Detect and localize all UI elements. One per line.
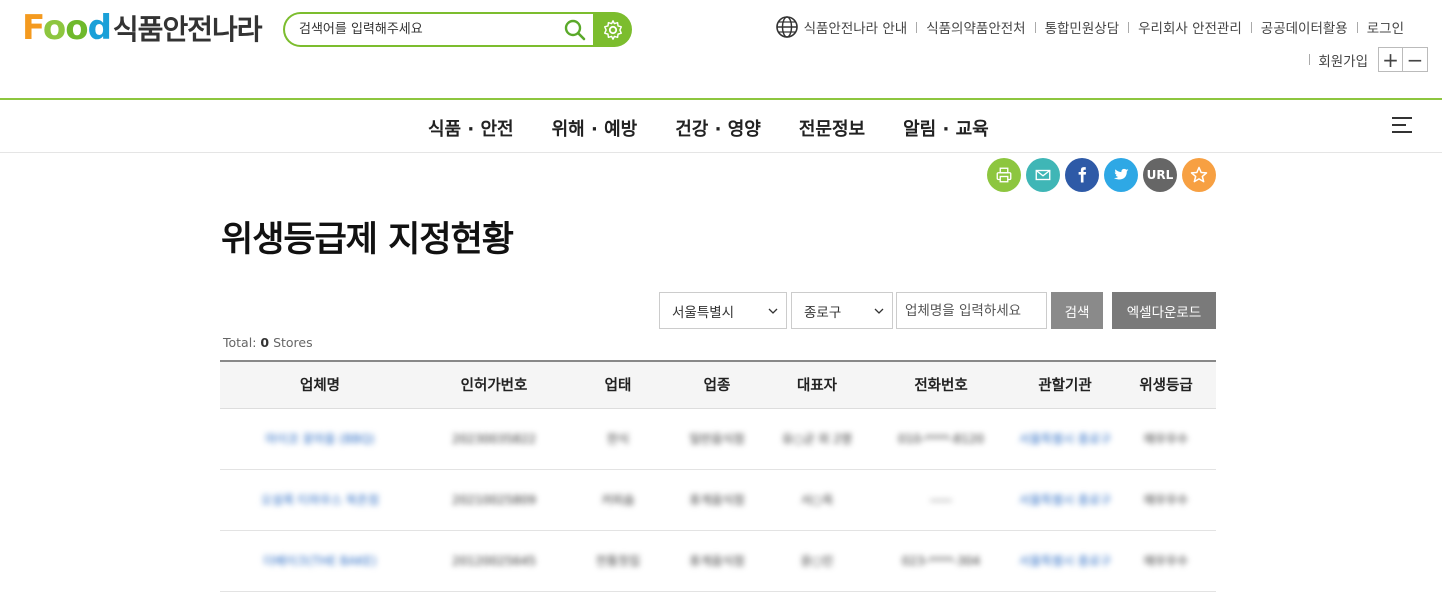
page-title: 위생등급제 지정현황: [221, 220, 514, 260]
agency-link[interactable]: 서울특별시 종로구: [1014, 469, 1116, 530]
owner-cell: 서○옥: [800, 492, 834, 507]
print-button[interactable]: [987, 158, 1021, 192]
globe-icon: [775, 16, 798, 38]
search-settings-button[interactable]: [593, 12, 632, 47]
agency-link[interactable]: 서울특별시 종로구: [1014, 530, 1116, 591]
search-input[interactable]: [299, 22, 539, 37]
excel-download-button[interactable]: 엑셀다운로드: [1112, 292, 1216, 329]
site-logo[interactable]: Food 식품안전나라: [22, 8, 263, 48]
total-number: 0: [260, 335, 270, 350]
util-link-civil-service[interactable]: 통합민원상담: [1045, 17, 1120, 37]
table-header-row: 업체명 인허가번호 업태 업종 대표자 전화번호 관할기관 위생등급: [220, 361, 1216, 408]
business-type-cell: 커피숍: [601, 492, 635, 507]
facebook-icon: [1078, 167, 1087, 183]
col-header-business-type: 업태: [604, 378, 632, 395]
table-row: 더베이크(THE BAKE) 20120025645 전통찻집 휴게음식점 윤○…: [220, 530, 1216, 591]
login-link[interactable]: 로그인: [1367, 17, 1404, 37]
search-bar: [283, 12, 632, 47]
facebook-share-button[interactable]: [1065, 158, 1099, 192]
nav-item-notice-education[interactable]: 알림 · 교육: [903, 115, 989, 141]
hygiene-grade-table: 업체명 인허가번호 업태 업종 대표자 전화번호 관할기관 위생등급 마이코 꽃…: [220, 360, 1216, 592]
menu-icon[interactable]: [1392, 117, 1412, 135]
col-header-owner: 대표자: [796, 378, 838, 395]
zoom-out-button[interactable]: −: [1403, 47, 1428, 72]
util-link-company-safety[interactable]: 우리회사 안전관리: [1138, 17, 1242, 37]
star-icon: [1190, 166, 1208, 183]
util-link-mfds[interactable]: 식품의약품안전처: [926, 17, 1025, 37]
category-cell: 일반음식점: [689, 431, 745, 446]
gear-icon: [603, 19, 622, 40]
search-filter: 서울특별시 종로구 검색 엑셀다운로드: [659, 292, 1216, 329]
email-share-button[interactable]: [1026, 158, 1060, 192]
mail-icon: [1035, 169, 1051, 181]
col-header-phone: 전화번호: [914, 378, 968, 395]
category-cell: 휴게음식점: [689, 492, 745, 507]
district-select[interactable]: 종로구: [791, 292, 893, 329]
grade-cell: 매우우수: [1143, 492, 1189, 507]
owner-cell: 윤○민: [800, 553, 834, 568]
agency-link[interactable]: 서울특별시 종로구: [1014, 408, 1116, 469]
store-name-link[interactable]: 마이코 꽃마을 (BBQ): [220, 408, 420, 469]
utility-nav-row2: 회원가입 + −: [1301, 47, 1428, 72]
col-header-store: 업체명: [299, 378, 341, 395]
util-link-about[interactable]: 식품안전나라 안내: [804, 17, 908, 37]
util-link-public-data[interactable]: 공공데이터활용: [1261, 17, 1348, 37]
nav-item-expert-info[interactable]: 전문정보: [799, 115, 865, 141]
grade-cell: 매우우수: [1143, 431, 1189, 446]
license-cell: 20210025809: [452, 492, 536, 507]
store-name-link[interactable]: 더베이크(THE BAKE): [220, 530, 420, 591]
favorite-button[interactable]: [1182, 158, 1216, 192]
city-select-value: 서울특별시: [672, 304, 735, 321]
phone-cell: -----: [930, 492, 952, 507]
store-name-link[interactable]: 오설록 티하우스 북촌점: [220, 469, 420, 530]
divider: [1309, 54, 1311, 65]
district-select-value: 종로구: [804, 304, 842, 321]
divider: [1250, 21, 1252, 33]
zoom-controls: + −: [1378, 47, 1428, 72]
divider: [1034, 21, 1036, 33]
city-select[interactable]: 서울특별시: [659, 292, 787, 329]
copy-url-button[interactable]: URL: [1143, 158, 1177, 192]
col-header-agency: 관할기관: [1038, 378, 1092, 395]
table-row: 오설록 티하우스 북촌점 20210025809 커피숍 휴게음식점 서○옥 -…: [220, 469, 1216, 530]
logo-food-word: Food: [22, 8, 112, 48]
total-prefix: Total:: [223, 335, 261, 350]
phone-cell: 023-****-304: [901, 553, 981, 568]
total-count: Total: 0 Stores: [223, 335, 313, 350]
utility-nav: 식품안전나라 안내 식품의약품안전처 통합민원상담 우리회사 안전관리 공공데이…: [775, 15, 1404, 39]
category-cell: 휴게음식점: [689, 553, 745, 568]
divider: [916, 21, 918, 33]
business-type-cell: 한식: [606, 431, 630, 446]
business-type-cell: 전통찻집: [595, 553, 641, 568]
table-row: 마이코 꽃마을 (BBQ) 20230035822 한식 일반음식점 유○균 외…: [220, 408, 1216, 469]
logo-text: 식품안전나라: [112, 13, 263, 46]
main-nav: 식품 · 안전 위해 · 예방 건강 · 영양 전문정보 알림 · 교육: [0, 100, 1442, 153]
zoom-in-button[interactable]: +: [1378, 47, 1403, 72]
col-header-category: 업종: [703, 378, 731, 395]
nav-item-health-nutrition[interactable]: 건강 · 영양: [675, 115, 761, 141]
license-cell: 20230035822: [452, 431, 536, 446]
chevron-down-icon: [768, 308, 778, 314]
phone-cell: 010-****-8120: [897, 431, 985, 446]
signup-link[interactable]: 회원가입: [1318, 50, 1368, 70]
share-toolbar: URL: [987, 158, 1221, 192]
col-header-license: 인허가번호: [460, 378, 528, 395]
total-suffix: Stores: [269, 335, 313, 350]
grade-cell: 매우우수: [1143, 553, 1189, 568]
owner-cell: 유○균 외 2명: [782, 431, 852, 446]
col-header-grade: 위생등급: [1139, 378, 1193, 395]
license-cell: 20120025645: [452, 553, 536, 568]
search-icon[interactable]: [563, 18, 587, 42]
search-button[interactable]: 검색: [1051, 292, 1103, 329]
store-name-input[interactable]: [896, 292, 1047, 329]
printer-icon: [996, 167, 1012, 183]
nav-item-hazard-prevention[interactable]: 위해 · 예방: [552, 115, 638, 141]
nav-item-food-safety[interactable]: 식품 · 안전: [428, 115, 514, 141]
chevron-down-icon: [874, 308, 884, 314]
twitter-share-button[interactable]: [1104, 158, 1138, 192]
twitter-icon: [1113, 168, 1129, 180]
divider: [1128, 21, 1130, 33]
search-box: [283, 12, 593, 47]
divider: [1356, 21, 1358, 33]
